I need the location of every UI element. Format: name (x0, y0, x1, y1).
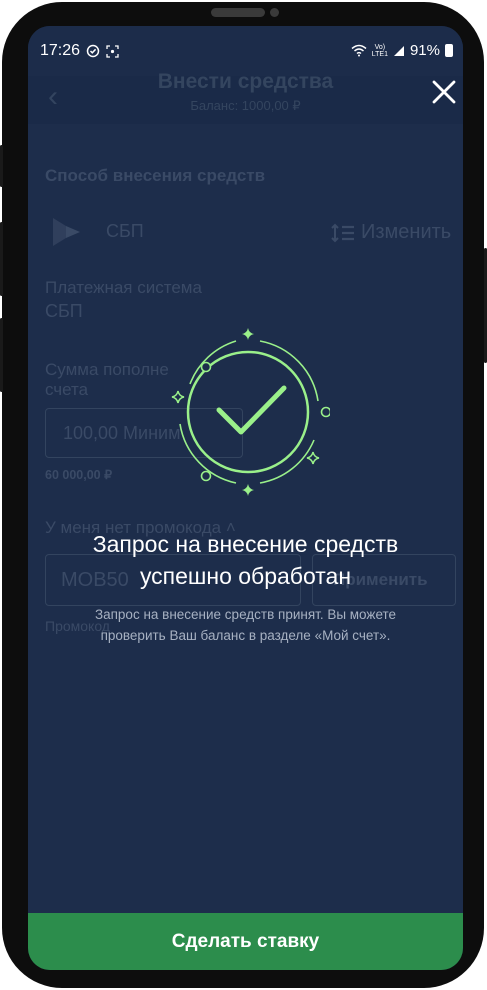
side-button-left-3 (0, 318, 3, 392)
place-bet-button[interactable]: Сделать ставку (28, 913, 463, 970)
screenshot-icon (106, 44, 119, 58)
sbp-logo-icon (53, 218, 80, 246)
success-title: Запрос на внесение средств успешно обрабо… (92, 531, 399, 589)
sort-icon (331, 223, 354, 242)
speaker (211, 8, 265, 17)
payment-system-value: СБП (45, 301, 83, 321)
amount-label: Сумма пополне счета (45, 360, 169, 399)
page-title: Внести средства (157, 70, 334, 93)
change-method-button[interactable]: Изменить (331, 221, 451, 244)
status-time: 17:26 (40, 42, 81, 59)
method-name: СБП (106, 221, 144, 241)
wifi-icon (351, 44, 367, 57)
side-button-left-1 (0, 145, 3, 187)
close-icon[interactable] (432, 80, 456, 104)
change-label: Изменить (361, 221, 452, 243)
battery-icon (445, 44, 453, 57)
balance-text: Баланс: 1000,00 ₽ (190, 98, 301, 113)
side-button-left-2 (0, 222, 3, 296)
phone-frame: 17:26 Vo) LTE1 91% ‹ Внести средства Бал… (2, 2, 484, 988)
amount-placeholder: 100,00 Миним (63, 423, 181, 443)
method-section-title: Способ внесения средств (45, 166, 266, 185)
success-check-icon (171, 328, 330, 496)
screen: 17:26 Vo) LTE1 91% ‹ Внести средства Бал… (28, 26, 463, 970)
status-bar: 17:26 Vo) LTE1 91% (28, 26, 463, 76)
network-type: Vo) LTE1 (371, 43, 388, 58)
success-message: Запрос на внесение средств принят. Вы мо… (94, 607, 397, 643)
max-amount: 60 000,00 ₽ (45, 468, 113, 482)
signal-icon (393, 45, 404, 56)
check-circle-icon (86, 44, 100, 58)
payment-system-label: Платежная система (45, 278, 202, 297)
battery-percent: 91% (409, 42, 440, 59)
front-camera (270, 8, 279, 17)
header: ‹ Внести средства Баланс: 1000,00 ₽ (28, 70, 463, 124)
